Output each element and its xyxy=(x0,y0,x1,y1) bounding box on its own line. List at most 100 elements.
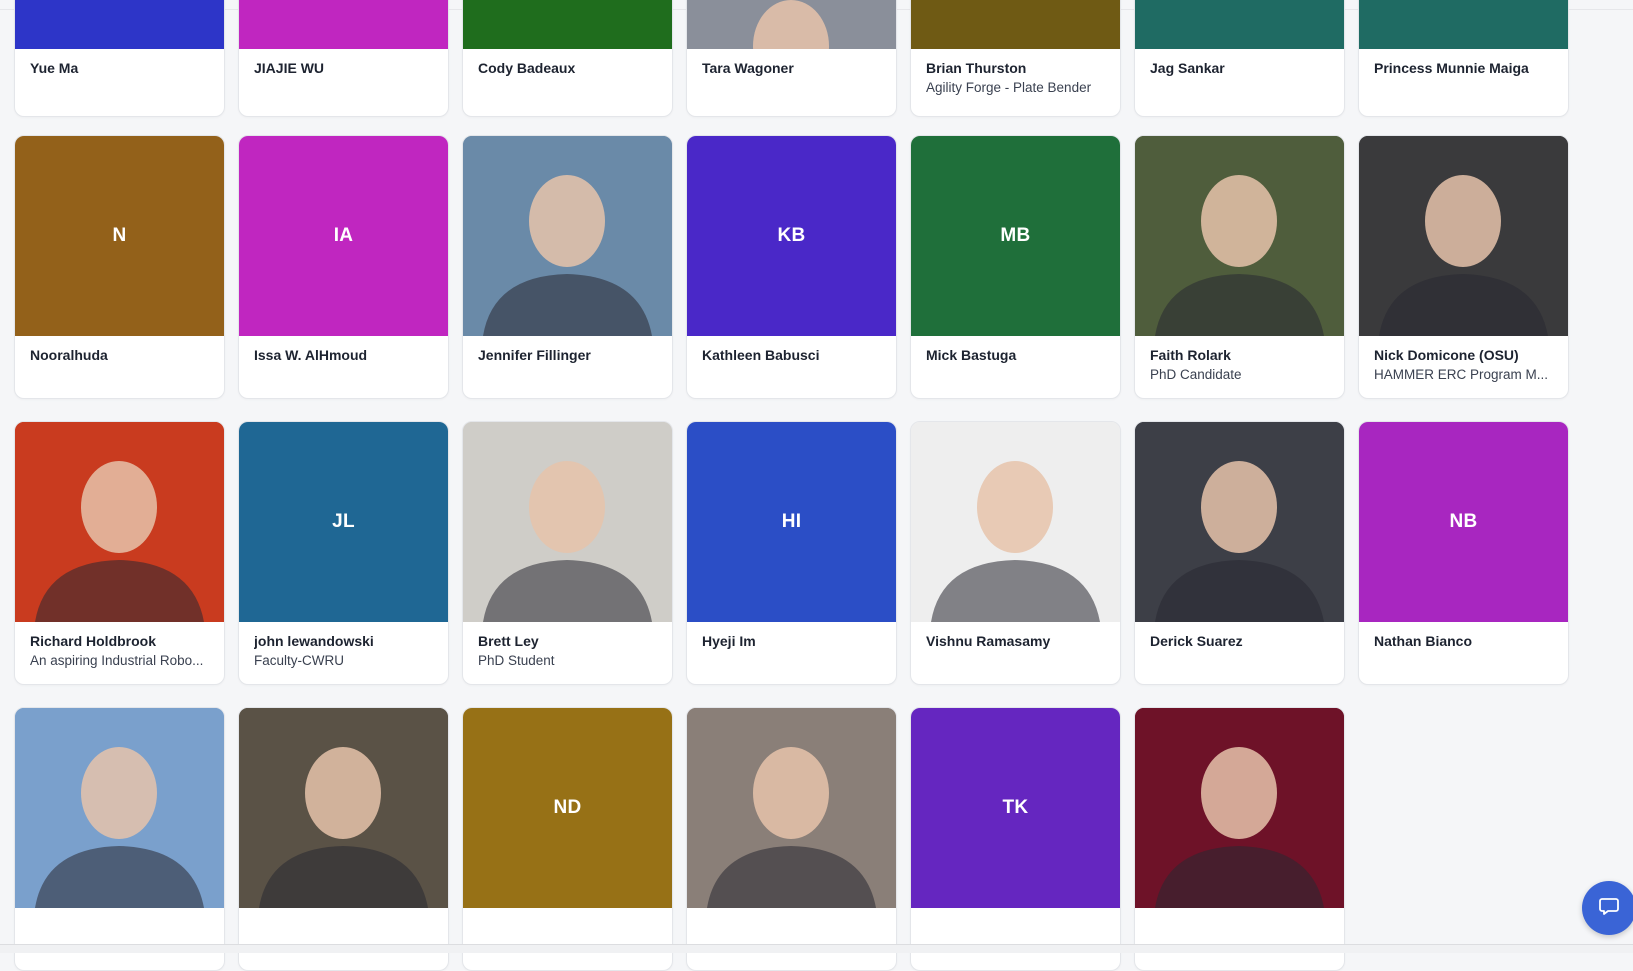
person-info: Vishnu Ramasamy xyxy=(926,632,1108,651)
person-name: Faith Rolark xyxy=(1150,347,1231,363)
person-name: Hyeji Im xyxy=(702,633,756,649)
person-subtitle: HAMMER ERC Program M... xyxy=(1374,367,1549,382)
person-card[interactable]: HI Hyeji Im xyxy=(686,421,897,685)
person-name: Brian Thurston xyxy=(926,60,1027,76)
avatar-initials: JL xyxy=(332,511,355,532)
person-info: JIAJIE WU xyxy=(254,59,436,78)
person-card[interactable]: Princess Munnie Maiga xyxy=(1358,0,1569,117)
person-subtitle: PhD Student xyxy=(478,653,555,668)
person-name: Cody Badeaux xyxy=(478,60,576,76)
person-name: Richard Holdbrook xyxy=(30,633,157,649)
person-photo xyxy=(1135,708,1344,908)
person-card[interactable]: Faith Rolark PhD Candidate xyxy=(1134,135,1345,399)
person-card[interactable] xyxy=(238,707,449,971)
chat-button[interactable] xyxy=(1582,881,1633,935)
person-info: Brian Thurston Agility Forge - Plate Bend… xyxy=(926,59,1108,97)
person-card[interactable]: N Nooralhuda xyxy=(14,135,225,399)
person-name: Nooralhuda xyxy=(30,347,108,363)
avatar-placeholder: ND xyxy=(463,708,672,908)
person-name: Kathleen Babusci xyxy=(702,347,820,363)
person-name: john lewandowski xyxy=(254,633,374,649)
person-card[interactable]: Cody Badeaux xyxy=(462,0,673,117)
person-name: Jennifer Fillinger xyxy=(478,347,591,363)
person-photo xyxy=(687,0,896,49)
person-info: Nick Domicone (OSU) HAMMER ERC Program M.… xyxy=(1374,346,1556,384)
person-info: Tara Wagoner xyxy=(702,59,884,78)
person-card[interactable]: KB Kathleen Babusci xyxy=(686,135,897,399)
person-card[interactable]: Jag Sankar xyxy=(1134,0,1345,117)
person-name: Yue Ma xyxy=(30,60,79,76)
person-card[interactable]: Tara Wagoner xyxy=(686,0,897,117)
person-info: Brett Ley PhD Student xyxy=(478,632,660,670)
avatar-initials: HI xyxy=(781,511,802,532)
avatar-initials: TK xyxy=(1002,797,1029,818)
person-name: Mick Bastuga xyxy=(926,347,1017,363)
person-card[interactable]: Vishnu Ramasamy xyxy=(910,421,1121,685)
profile-photo xyxy=(239,708,448,908)
person-name: Nathan Bianco xyxy=(1374,633,1473,649)
person-info: Yue Ma xyxy=(30,59,212,78)
avatar-placeholder: N xyxy=(15,136,224,336)
person-photo xyxy=(1135,422,1344,622)
person-name: Brett Ley xyxy=(478,633,539,649)
person-photo xyxy=(687,708,896,908)
person-info: Mick Bastuga xyxy=(926,346,1108,365)
person-info: Kathleen Babusci xyxy=(702,346,884,365)
person-photo xyxy=(463,422,672,622)
person-card[interactable] xyxy=(686,707,897,971)
person-card[interactable]: IA Issa W. AlHmoud xyxy=(238,135,449,399)
person-card[interactable]: Nick Domicone (OSU) HAMMER ERC Program M.… xyxy=(1358,135,1569,399)
person-card[interactable] xyxy=(1134,707,1345,971)
person-name: Issa W. AlHmoud xyxy=(254,347,368,363)
person-info: Faith Rolark PhD Candidate xyxy=(1150,346,1332,384)
person-info: Issa W. AlHmoud xyxy=(254,346,436,365)
person-card[interactable]: JL john lewandowski Faculty-CWRU xyxy=(238,421,449,685)
person-card[interactable]: MB Mick Bastuga xyxy=(910,135,1121,399)
person-info: Nathan Bianco xyxy=(1374,632,1556,651)
person-card[interactable]: JIAJIE WU xyxy=(238,0,449,117)
profile-photo xyxy=(15,422,224,622)
person-photo xyxy=(239,708,448,908)
person-photo xyxy=(1359,136,1568,336)
avatar-initials: ND xyxy=(553,797,582,818)
person-photo xyxy=(15,708,224,908)
person-card[interactable]: Yue Ma xyxy=(14,0,225,117)
person-card[interactable]: Brian Thurston Agility Forge - Plate Bend… xyxy=(910,0,1121,117)
person-card[interactable]: Richard Holdbrook An aspiring Industrial … xyxy=(14,421,225,685)
avatar-placeholder xyxy=(1135,0,1344,49)
person-name: JIAJIE WU xyxy=(254,60,325,76)
profile-photo xyxy=(1135,136,1344,336)
person-card[interactable]: Brett Ley PhD Student xyxy=(462,421,673,685)
person-info: Cody Badeaux xyxy=(478,59,660,78)
avatar-placeholder: IA xyxy=(239,136,448,336)
profile-photo xyxy=(911,422,1120,622)
person-name: Derick Suarez xyxy=(1150,633,1243,649)
person-card[interactable]: Derick Suarez xyxy=(1134,421,1345,685)
avatar-placeholder: TK xyxy=(911,708,1120,908)
profile-photo xyxy=(687,0,896,49)
person-card[interactable]: TK xyxy=(910,707,1121,971)
person-info: Princess Munnie Maiga xyxy=(1374,59,1556,78)
chat-bubble-icon xyxy=(1598,895,1620,922)
person-card[interactable]: Jennifer Fillinger xyxy=(462,135,673,399)
avatar-placeholder xyxy=(239,0,448,49)
avatar-placeholder: NB xyxy=(1359,422,1568,622)
profile-photo xyxy=(15,708,224,908)
avatar-initials: NB xyxy=(1449,511,1478,532)
profile-photo xyxy=(1135,708,1344,908)
avatar-placeholder: MB xyxy=(911,136,1120,336)
person-name: Princess Munnie Maiga xyxy=(1374,60,1529,76)
person-info: Jag Sankar xyxy=(1150,59,1332,78)
person-subtitle: Faculty-CWRU xyxy=(254,653,344,668)
person-card[interactable]: ND xyxy=(462,707,673,971)
person-info: Jennifer Fillinger xyxy=(478,346,660,365)
avatar-placeholder: KB xyxy=(687,136,896,336)
person-info: john lewandowski Faculty-CWRU xyxy=(254,632,436,670)
person-photo xyxy=(15,422,224,622)
person-card[interactable] xyxy=(14,707,225,971)
person-subtitle: An aspiring Industrial Robo... xyxy=(30,653,204,668)
profile-photo xyxy=(1135,422,1344,622)
person-card[interactable]: NB Nathan Bianco xyxy=(1358,421,1569,685)
person-info: Hyeji Im xyxy=(702,632,884,651)
profile-photo xyxy=(687,708,896,908)
